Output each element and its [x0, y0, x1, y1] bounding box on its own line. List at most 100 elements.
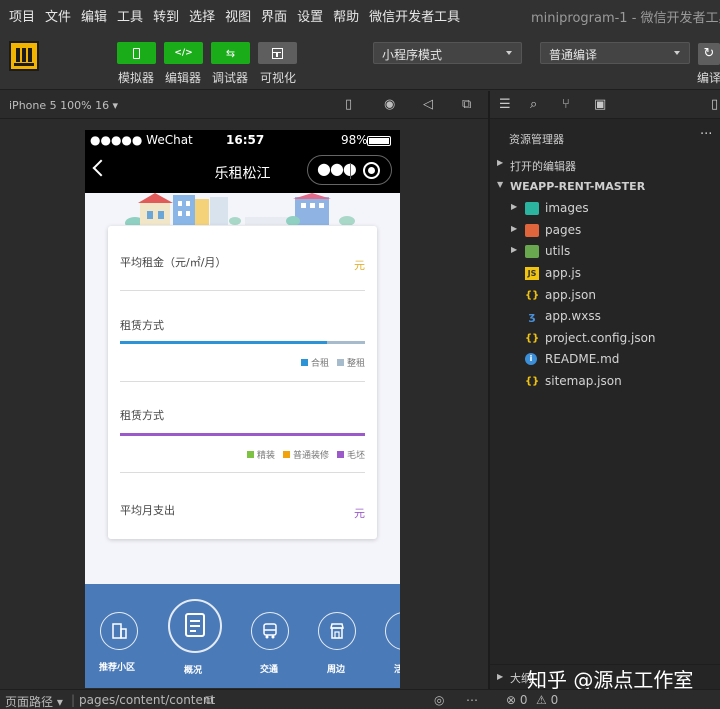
menu-devtools[interactable]: 微信开发者工具 [364, 6, 465, 25]
device-select[interactable]: iPhone 5 100% 16 ▾ [9, 99, 118, 112]
window-title: miniprogram-1 - 微信开发者工具 S [531, 11, 720, 26]
panel-icon[interactable]: ▯ [711, 97, 718, 112]
status-time: 16:57 [226, 133, 265, 147]
file-app-js[interactable]: JS app.js [490, 263, 720, 284]
close-miniprogram-icon[interactable] [363, 162, 380, 179]
toolbar: 模拟器 </> 编辑器 ⇆ 调试器 可视化 小程序模式 普通编译 ↻ 编译 [0, 30, 720, 90]
device-icon[interactable]: ▯ [345, 98, 352, 112]
legend-item: 毛坯 [336, 448, 365, 461]
code-icon: </> [174, 48, 193, 58]
avg-rent-unit: 元 [354, 259, 365, 272]
chevron-right-icon: ▶ [511, 224, 518, 233]
compile-button[interactable]: ↻ [698, 43, 720, 65]
file-readme[interactable]: i README.md [490, 349, 720, 370]
bottom-tabbar: 推荐小区 概况 交通 周边 活 [85, 584, 400, 688]
more-icon[interactable]: ··· [700, 127, 712, 142]
more-icon[interactable]: ⋯ [466, 693, 478, 707]
mode-select[interactable]: 小程序模式 [373, 42, 522, 64]
avg-expense-label: 平均月支出 [120, 504, 175, 517]
legend-item: 整租 [336, 356, 365, 369]
carrier-text: ●●●●● WeChat [90, 133, 193, 147]
folder-icon [525, 202, 539, 215]
divider [120, 290, 365, 291]
file-sitemap[interactable]: {} sitemap.json [490, 371, 720, 392]
mode-select-value: 小程序模式 [382, 48, 443, 62]
menu-file[interactable]: 文件 [40, 6, 76, 25]
css-icon: ʒ [528, 310, 536, 323]
menu-settings[interactable]: 设置 [292, 6, 328, 25]
record-icon[interactable]: ◉ [384, 98, 395, 112]
page-path-toggle[interactable]: 页面路径 ▾ [5, 693, 63, 709]
app-logo[interactable] [9, 41, 39, 71]
copy-icon[interactable]: ⧉ [205, 693, 214, 708]
avg-expense-unit: 元 [354, 507, 365, 520]
save-icon[interactable]: ▣ [594, 97, 606, 112]
legend-item: 普通装修 [282, 448, 329, 461]
file-name: app.json [545, 288, 596, 302]
menu-project[interactable]: 项目 [0, 6, 40, 25]
menu-edit[interactable]: 编辑 [76, 6, 112, 25]
legend-rough: 毛坯 [346, 451, 365, 461]
folder-name: utils [545, 244, 571, 258]
folder-utils[interactable]: ▶ utils [490, 241, 720, 262]
editor-label: 编辑器 [165, 71, 202, 85]
avg-rent-label: 平均租金（元/㎡/月） [120, 256, 227, 269]
debugger-button[interactable]: ⇆ [211, 42, 250, 64]
legend-item: 精装 [246, 448, 275, 461]
chevron-down-icon: ▼ [497, 180, 504, 189]
shop-glyph [330, 623, 344, 639]
visualize-button[interactable] [258, 42, 297, 64]
simulator-button[interactable] [117, 42, 156, 64]
simulator-header: iPhone 5 100% 16 ▾ ▯ ◉ ◁ ⧉ [0, 91, 488, 119]
tab-traffic-label: 交通 [260, 665, 279, 675]
divider [120, 381, 365, 382]
compile-select[interactable]: 普通编译 [540, 42, 690, 64]
legend-fine: 精装 [256, 451, 275, 461]
json-icon: {} [525, 333, 540, 344]
explorer-title: 资源管理器 [509, 133, 564, 146]
menu-interface[interactable]: 界面 [256, 6, 292, 25]
menu-view[interactable]: 视图 [220, 6, 256, 25]
warning-count[interactable]: ⚠ 0 [536, 693, 558, 707]
layout-icon [272, 47, 283, 59]
json-icon: {} [525, 376, 540, 387]
battery-icon [367, 136, 391, 146]
menu-select[interactable]: 选择 [184, 6, 220, 25]
decoration-legend: 精装 普通装修 毛坯 [246, 448, 365, 461]
capsule-menu: ●●● [307, 155, 392, 185]
file-name: app.js [545, 266, 581, 280]
explorer-panel: 资源管理器 ··· ▶ 打开的编辑器 ▼ WEAPP-RENT-MASTER ▶… [490, 119, 720, 689]
file-name: app.wxss [545, 309, 601, 323]
list-icon[interactable]: ☰ [499, 97, 511, 112]
legend-whole: 整租 [346, 359, 365, 369]
file-project-config[interactable]: {} project.config.json [490, 328, 720, 349]
page-path: pages/content/content [79, 693, 216, 707]
open-editors-section[interactable]: ▶ 打开的编辑器 [490, 155, 720, 175]
menu-help[interactable]: 帮助 [328, 6, 364, 25]
menu-tools[interactable]: 工具 [112, 6, 148, 25]
popout-icon[interactable]: ⧉ [462, 98, 471, 112]
legend-shared: 合租 [310, 359, 329, 369]
bus-glyph [263, 623, 277, 639]
info-icon: i [525, 353, 537, 365]
editor-button[interactable]: </> [164, 42, 203, 64]
compile-select-value: 普通编译 [549, 48, 598, 62]
eye-icon[interactable]: ◎ [434, 693, 444, 707]
project-section[interactable]: ▼ WEAPP-RENT-MASTER [490, 177, 720, 197]
file-app-wxss[interactable]: ʒ app.wxss [490, 306, 720, 327]
volume-icon[interactable]: ◁ [423, 98, 433, 112]
life-icon [385, 612, 400, 650]
document-glyph [185, 613, 205, 637]
folder-name: pages [545, 223, 582, 237]
search-icon[interactable]: ⌕ [530, 97, 537, 112]
legend-item: 合租 [300, 356, 329, 369]
tab-nearby-label: 周边 [327, 665, 346, 675]
error-count[interactable]: ⊗ 0 [506, 693, 528, 707]
folder-pages[interactable]: ▶ pages [490, 220, 720, 241]
menu-bar: 项目 文件 编辑 工具 转到 选择 视图 界面 设置 帮助 微信开发者工具 mi… [0, 0, 720, 30]
file-app-json[interactable]: {} app.json [490, 285, 720, 306]
building-glyph [112, 623, 127, 639]
menu-goto[interactable]: 转到 [148, 6, 184, 25]
branch-icon[interactable]: ⑂ [562, 97, 570, 112]
folder-images[interactable]: ▶ images [490, 198, 720, 219]
